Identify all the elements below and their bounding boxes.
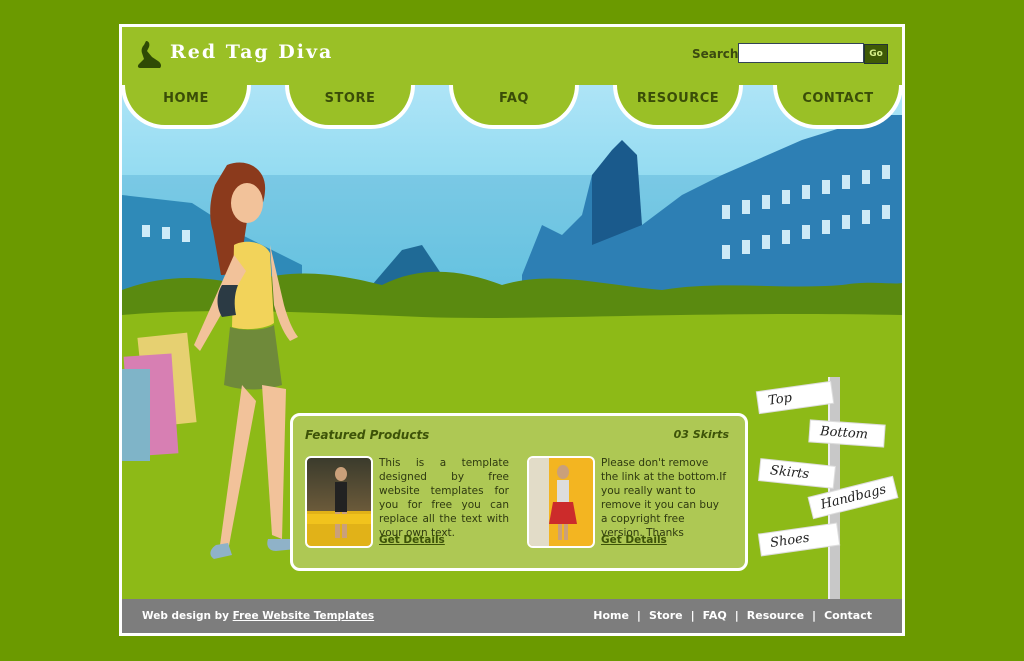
footer-separator: |: [734, 609, 739, 622]
brand-title: Red Tag Diva: [170, 41, 334, 63]
footer-credit-link[interactable]: Free Website Templates: [233, 610, 375, 622]
footer-separator: |: [812, 609, 817, 622]
footer-separator: |: [690, 609, 695, 622]
product-description: Please don't remove the link at the bott…: [601, 457, 727, 539]
footer-link-home[interactable]: Home: [593, 609, 629, 622]
footer-link-store[interactable]: Store: [649, 609, 683, 622]
product-photo-icon: [529, 458, 577, 546]
product-get-details-link[interactable]: Get Details: [379, 534, 445, 546]
footer-link-contact[interactable]: Contact: [824, 609, 872, 622]
product-photo-icon: [307, 467, 371, 538]
featured-products-panel: Featured Products 03 Skirts This is a te…: [290, 413, 748, 571]
footer-nav: Home | Store | FAQ | Resource | Contact: [593, 609, 872, 622]
footer-credit: Web design by Free Website Templates: [142, 610, 374, 622]
signpost-pole: [828, 377, 840, 599]
footer: Web design by Free Website Templates Hom…: [122, 599, 902, 633]
logo-icon: [137, 41, 162, 68]
footer-separator: |: [636, 609, 641, 622]
page-inner: Red Tag Diva Search: Go HOME STORE FAQ R…: [122, 27, 902, 633]
page-frame: Red Tag Diva Search: Go HOME STORE FAQ R…: [119, 24, 905, 636]
featured-count: 03 Skirts: [673, 428, 729, 441]
header: Red Tag Diva Search: Go: [122, 27, 902, 85]
footer-link-faq[interactable]: FAQ: [703, 609, 727, 622]
footer-link-resource[interactable]: Resource: [747, 609, 804, 622]
product-get-details-link[interactable]: Get Details: [601, 534, 667, 546]
search-input[interactable]: [738, 43, 864, 63]
featured-title: Featured Products: [305, 428, 430, 442]
product-thumb[interactable]: [527, 456, 595, 548]
product-thumb[interactable]: [305, 456, 373, 548]
product-description: This is a template designed by free webs…: [379, 457, 509, 539]
search-label: Search:: [692, 47, 744, 61]
footer-credit-prefix: Web design by: [142, 610, 229, 622]
search-go-button[interactable]: Go: [864, 44, 888, 64]
